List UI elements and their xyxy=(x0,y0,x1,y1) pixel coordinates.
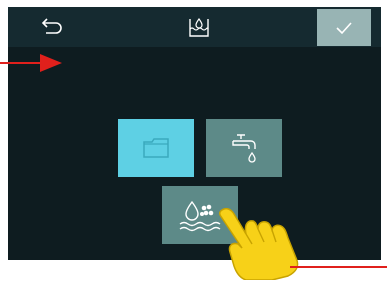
pointing-hand-icon xyxy=(219,207,299,280)
tap-water-option-button[interactable] xyxy=(206,119,282,177)
check-icon xyxy=(336,21,352,34)
back-button[interactable] xyxy=(28,13,74,41)
red-pointer-line xyxy=(290,266,387,268)
faucet-drop-icon xyxy=(232,134,256,163)
device-screen xyxy=(8,7,381,260)
confirm-button[interactable] xyxy=(317,9,371,46)
red-pointer-arrow-icon xyxy=(0,54,62,72)
top-bar xyxy=(8,7,381,47)
container-icon xyxy=(143,138,169,158)
container-option-button[interactable] xyxy=(118,119,194,177)
water-tank-level-icon xyxy=(182,11,216,43)
return-arrow-icon xyxy=(41,18,62,34)
